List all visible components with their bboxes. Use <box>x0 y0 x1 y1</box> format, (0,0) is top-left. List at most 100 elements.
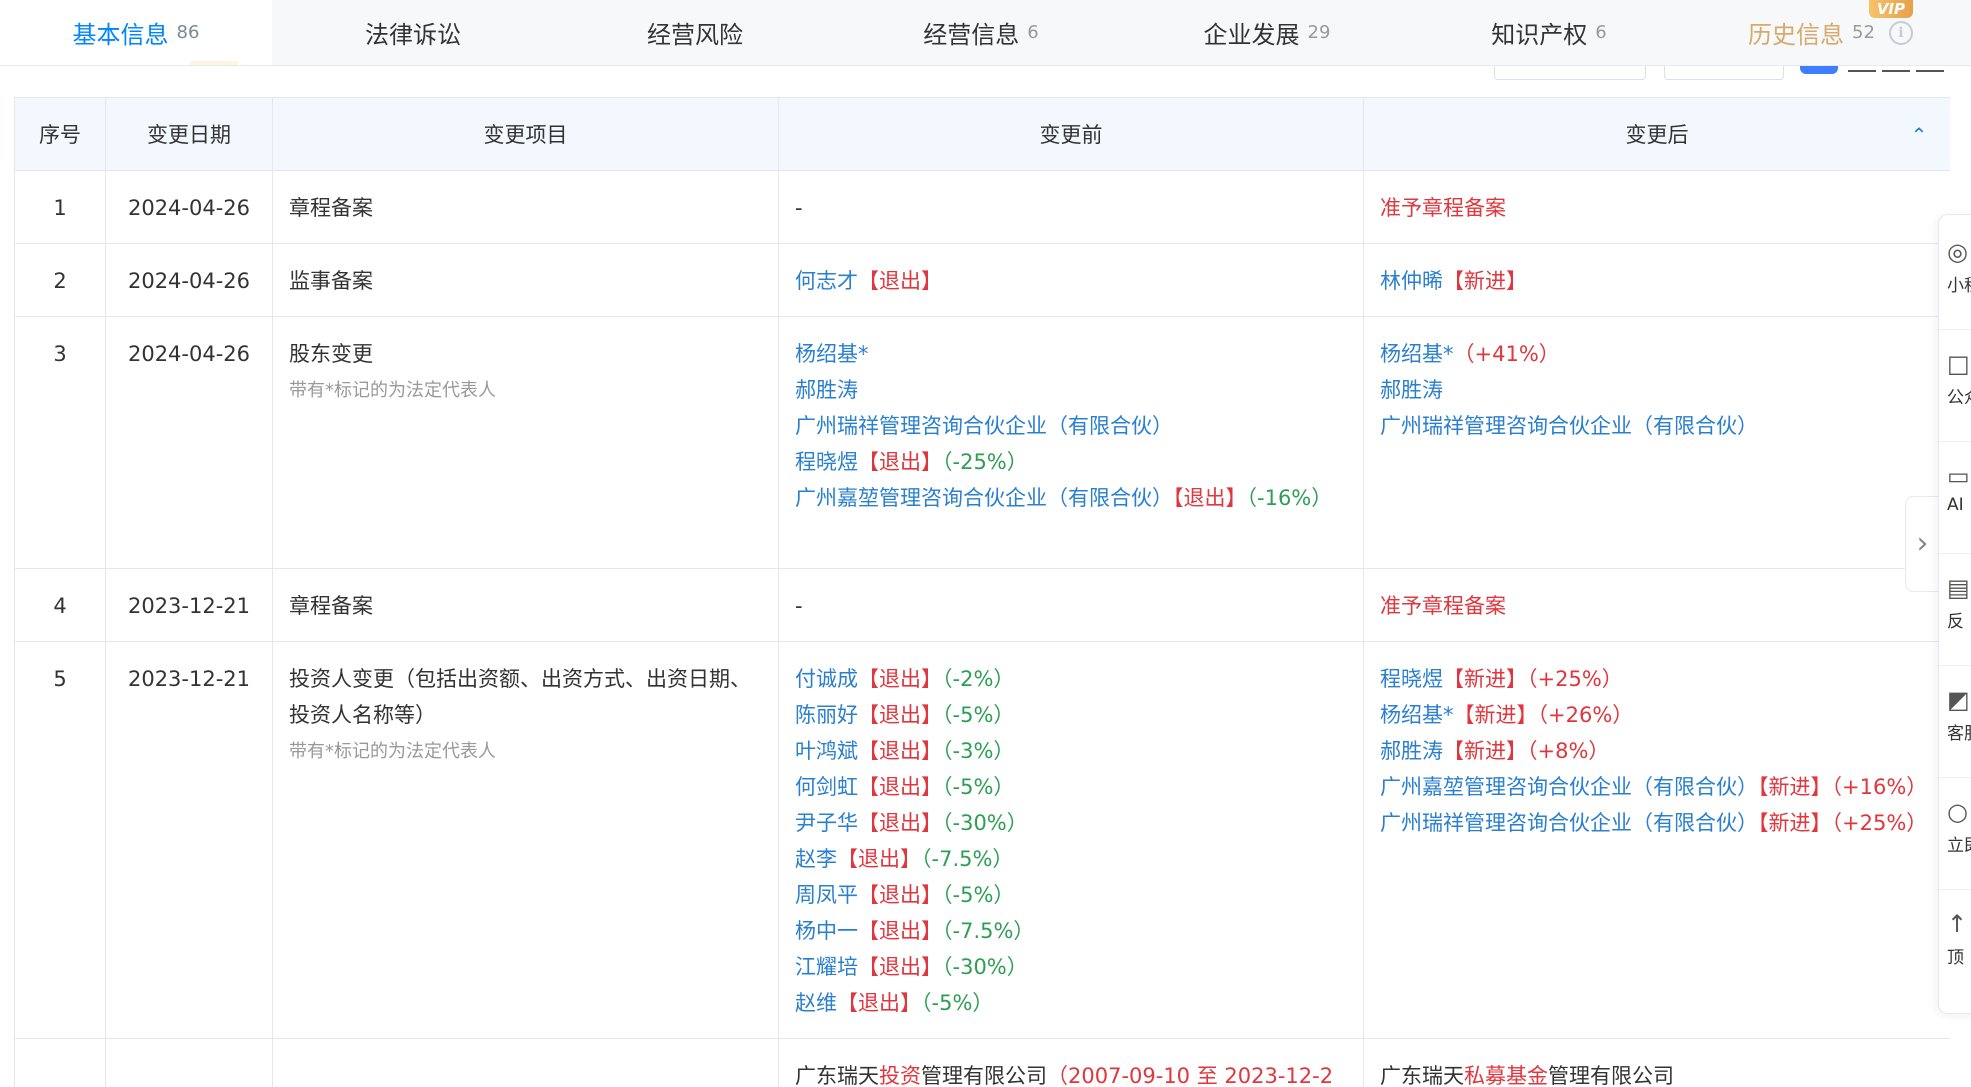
table-row: 1 2024-04-26 章程备案 - 准予章程备案 <box>15 171 1951 244</box>
tab-history[interactable]: 历史信息 52 i VIP <box>1690 0 1971 65</box>
company-link[interactable]: 广州瑞祥管理咨询合伙企业（有限合伙） <box>1380 414 1758 438</box>
feedback-icon: ▤ <box>1947 575 1971 601</box>
person-link[interactable]: 赵维 <box>795 991 837 1015</box>
next-page-chevron-icon[interactable]: › <box>1905 496 1939 592</box>
tab-label: 知识产权 <box>1491 15 1587 50</box>
cell-after: 程晓煜【新进】（+25%） 杨绍基*【新进】（+26%） 郝胜涛【新进】（+8%… <box>1364 642 1951 1039</box>
share-change: （+41%） <box>1454 342 1560 366</box>
table-row: 2 2024-04-26 监事备案 何志才【退出】 林仲晞【新进】 <box>15 244 1951 317</box>
menu-icon[interactable] <box>1882 70 1910 72</box>
tab-count: 52 <box>1852 22 1875 43</box>
header-no: 序号 <box>15 98 106 171</box>
share-change: （-5%） <box>942 703 1014 727</box>
tab-label: 经营信息 <box>923 15 1019 50</box>
person-link[interactable]: 付诚成 <box>795 667 858 691</box>
tab-operation[interactable]: 经营信息 6 <box>836 0 1126 65</box>
share-change: （-7.5%） <box>921 847 1013 871</box>
tab-basic-info[interactable]: 基本信息 86 <box>0 0 272 65</box>
company-link[interactable]: 广州嘉堃管理咨询合伙企业（有限合伙） <box>1380 775 1758 799</box>
share-change: （-7.5%） <box>942 919 1034 943</box>
new-tag: 【新进】 <box>1758 811 1832 835</box>
person-link[interactable]: 程晓煜 <box>795 450 858 474</box>
share-change: （+25%） <box>1832 811 1928 835</box>
feedback-button[interactable]: ▤ 反 <box>1947 575 1971 632</box>
person-link[interactable]: 林仲晞 <box>1380 269 1443 293</box>
name-highlight: 私募基金 <box>1464 1064 1548 1087</box>
person-link[interactable]: 尹子华 <box>795 811 858 835</box>
header-after: 变更后 ⌃ <box>1364 98 1951 171</box>
person-link[interactable]: 郝胜涛 <box>1380 378 1443 402</box>
cell-after: 准予章程备案 <box>1364 171 1951 244</box>
company-name: 广东瑞天 <box>1380 1064 1464 1087</box>
chat-now-button[interactable]: ○ 立即 <box>1947 799 1971 856</box>
header-item: 变更项目 <box>273 98 779 171</box>
exit-tag: 【退出】 <box>858 883 942 907</box>
cell-after: 准予章程备案 <box>1364 569 1951 642</box>
company-link[interactable]: 广州瑞祥管理咨询合伙企业（有限合伙） <box>795 414 1173 438</box>
tab-count: 86 <box>177 22 200 43</box>
chat-bubble-icon: ○ <box>1947 799 1971 825</box>
cell-item: 章程备案 <box>273 569 779 642</box>
vip-badge: VIP <box>1869 0 1913 18</box>
exit-tag: 【退出】 <box>837 847 921 871</box>
info-icon[interactable]: i <box>1889 21 1913 45</box>
person-link[interactable]: 陈丽好 <box>795 703 858 727</box>
official-account-button[interactable]: □ 公众 <box>1947 351 1971 408</box>
filter-dropdown[interactable] <box>1664 66 1784 80</box>
tab-development[interactable]: 企业发展 29 <box>1126 0 1408 65</box>
mini-program-button[interactable]: ◎ 小程 <box>1947 239 1971 296</box>
tab-risk[interactable]: 经营风险 <box>554 0 836 65</box>
collapse-up-icon[interactable]: ⌃ <box>1906 122 1932 148</box>
exit-tag: 【退出】 <box>858 811 942 835</box>
share-change: （-16%） <box>1247 486 1333 510</box>
person-link[interactable]: 何剑虹 <box>795 775 858 799</box>
filter-dropdown[interactable] <box>1494 66 1646 80</box>
menu-icon[interactable] <box>1916 70 1944 72</box>
arrow-up-icon: ↑ <box>1947 911 1971 937</box>
customer-service-button[interactable]: ◩ 客服 <box>1947 687 1971 744</box>
exit-tag: 【退出】 <box>858 450 942 474</box>
tab-count: 6 <box>1027 22 1038 43</box>
divider <box>1939 665 1971 666</box>
tab-legal[interactable]: 法律诉讼 <box>272 0 554 65</box>
new-tag: 【新进】 <box>1443 667 1527 691</box>
ai-button[interactable]: ▭ AI <box>1947 463 1971 515</box>
person-link[interactable]: 杨绍基* <box>1380 342 1454 366</box>
tab-label: 企业发展 <box>1204 15 1300 50</box>
person-link[interactable]: 郝胜涛 <box>795 378 858 402</box>
person-link[interactable]: 程晓煜 <box>1380 667 1443 691</box>
share-change: （-25%） <box>942 450 1028 474</box>
person-link[interactable]: 江耀培 <box>795 955 858 979</box>
person-link[interactable]: 周凤平 <box>795 883 858 907</box>
share-change: （+25%） <box>1527 667 1623 691</box>
person-link[interactable]: 杨绍基* <box>795 342 869 366</box>
exit-tag: 【退出】 <box>858 739 942 763</box>
person-link[interactable]: 何志才 <box>795 269 858 293</box>
person-link[interactable]: 杨绍基* <box>1380 703 1454 727</box>
period-range: （2007-09-10 至 2023-12-2 <box>1047 1064 1333 1087</box>
back-to-top-button[interactable]: ↑ 顶 <box>1947 911 1971 968</box>
name-highlight: 投资 <box>879 1064 921 1087</box>
cell-date: 2024-04-26 <box>106 317 273 569</box>
exit-tag: 【退出】 <box>1173 486 1247 510</box>
table-row: 3 2024-04-26 股东变更 带有*标记的为法定代表人 杨绍基* 郝胜涛 … <box>15 317 1951 569</box>
cell-after: 林仲晞【新进】 <box>1364 244 1951 317</box>
person-link[interactable]: 叶鸿斌 <box>795 739 858 763</box>
person-link[interactable]: 郝胜涛 <box>1380 739 1443 763</box>
item-title: 投资人变更（包括出资额、出资方式、出资日期、投资人名称等） <box>289 661 762 733</box>
cell-item: 监事备案 <box>273 244 779 317</box>
toggle-switch[interactable] <box>1800 66 1838 74</box>
tab-ip[interactable]: 知识产权 6 <box>1408 0 1690 65</box>
company-link[interactable]: 广州瑞祥管理咨询合伙企业（有限合伙） <box>1380 811 1758 835</box>
item-title: 股东变更 <box>289 336 762 372</box>
person-link[interactable]: 杨中一 <box>795 919 858 943</box>
share-change: （+8%） <box>1527 739 1609 763</box>
cell-item: 投资人变更（包括出资额、出资方式、出资日期、投资人名称等） 带有*标记的为法定代… <box>273 642 779 1039</box>
cell-before: - <box>779 569 1364 642</box>
headset-icon: ◩ <box>1947 687 1971 713</box>
company-link[interactable]: 广州嘉堃管理咨询合伙企业（有限合伙） <box>795 486 1173 510</box>
menu-icon[interactable] <box>1848 70 1876 72</box>
table-row: 5 2023-12-21 投资人变更（包括出资额、出资方式、出资日期、投资人名称… <box>15 642 1951 1039</box>
tab-count: 29 <box>1308 22 1331 43</box>
person-link[interactable]: 赵李 <box>795 847 837 871</box>
